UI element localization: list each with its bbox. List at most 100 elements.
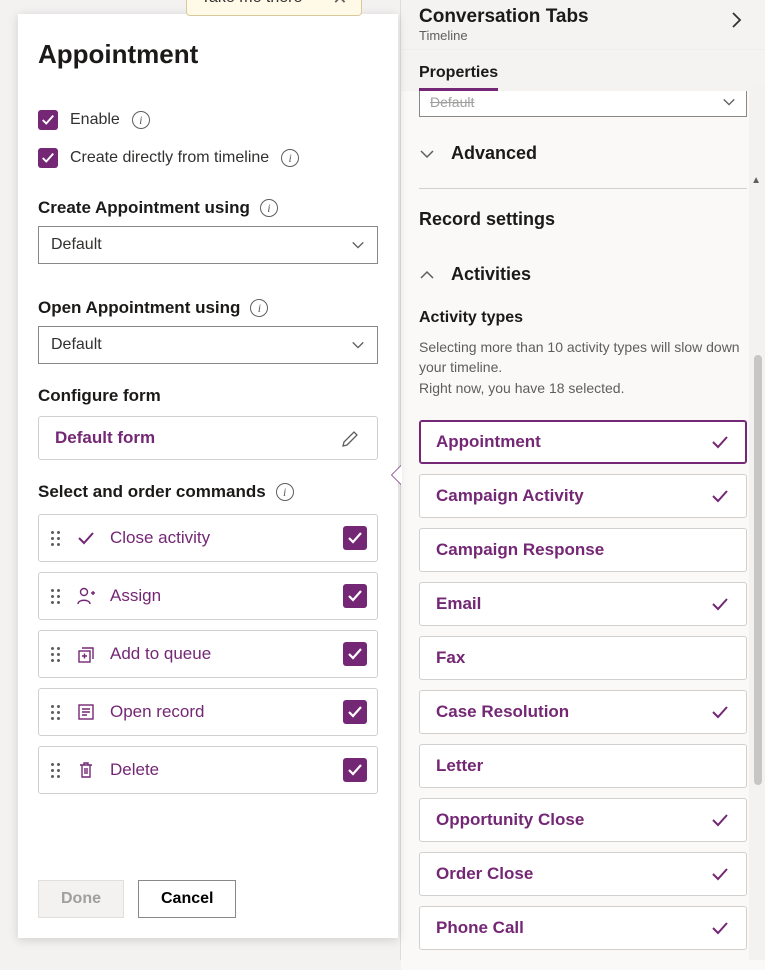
chevron-up-icon bbox=[419, 267, 435, 283]
advanced-section-toggle[interactable]: Advanced bbox=[419, 143, 747, 164]
command-checkbox[interactable] bbox=[343, 526, 367, 550]
create-using-group: Create Appointment using i Default bbox=[38, 198, 378, 286]
chevron-right-icon[interactable] bbox=[727, 10, 747, 30]
check-icon bbox=[710, 486, 730, 506]
create-direct-row: Create directly from timeline i bbox=[38, 148, 378, 168]
done-button: Done bbox=[38, 880, 124, 918]
create-direct-label: Create directly from timeline bbox=[70, 149, 269, 167]
scrollbar-thumb[interactable] bbox=[754, 355, 762, 785]
check-icon bbox=[41, 113, 55, 127]
command-checkbox[interactable] bbox=[343, 584, 367, 608]
record-icon bbox=[76, 702, 96, 722]
dropdown-value: Default bbox=[51, 336, 102, 354]
advanced-title: Advanced bbox=[451, 143, 537, 164]
hint-line1: Selecting more than 10 activity types wi… bbox=[419, 339, 740, 375]
divider bbox=[419, 188, 747, 189]
command-item[interactable]: Add to queue bbox=[38, 630, 378, 678]
panel-title: Appointment bbox=[38, 39, 378, 70]
chevron-down-icon bbox=[351, 338, 365, 352]
command-checkbox[interactable] bbox=[343, 700, 367, 724]
create-using-dropdown[interactable]: Default bbox=[38, 226, 378, 264]
info-icon[interactable]: i bbox=[276, 483, 294, 501]
command-item[interactable]: Delete bbox=[38, 746, 378, 794]
activity-list: Appointment Campaign Activity Campaign Res… bbox=[419, 420, 747, 950]
teaching-tip-text[interactable]: Take me there bbox=[201, 0, 302, 7]
drag-handle-icon[interactable] bbox=[49, 705, 62, 720]
right-pane: Conversation Tabs Timeline Properties De… bbox=[400, 0, 765, 960]
open-using-dropdown[interactable]: Default bbox=[38, 326, 378, 364]
activity-label: Email bbox=[436, 594, 481, 614]
chevron-down-icon bbox=[722, 95, 736, 109]
command-item[interactable]: Assign bbox=[38, 572, 378, 620]
activity-item[interactable]: Phone Call bbox=[419, 906, 747, 950]
close-icon[interactable]: ✕ bbox=[332, 0, 347, 7]
activity-item[interactable]: Opportunity Close bbox=[419, 798, 747, 842]
chevron-down-icon bbox=[351, 238, 365, 252]
tabs-subtitle: Timeline bbox=[419, 28, 589, 43]
activity-label: Opportunity Close bbox=[436, 810, 584, 830]
drag-handle-icon[interactable] bbox=[49, 531, 62, 546]
activity-item[interactable]: Fax bbox=[419, 636, 747, 680]
tab-properties[interactable]: Properties bbox=[419, 64, 498, 91]
create-direct-checkbox[interactable] bbox=[38, 148, 58, 168]
activity-item[interactable]: Campaign Response bbox=[419, 528, 747, 572]
activity-item[interactable]: Letter bbox=[419, 744, 747, 788]
info-icon[interactable]: i bbox=[260, 199, 278, 217]
check-icon bbox=[710, 432, 730, 452]
info-icon[interactable]: i bbox=[250, 299, 268, 317]
activity-label: Campaign Response bbox=[436, 540, 604, 560]
activity-item[interactable]: Email bbox=[419, 582, 747, 626]
form-name: Default form bbox=[55, 428, 155, 448]
teaching-tip: Take me there ✕ bbox=[186, 0, 362, 16]
activity-item[interactable]: Order Close bbox=[419, 852, 747, 896]
tab-bar: Properties bbox=[401, 50, 765, 91]
command-label: Open record bbox=[110, 702, 329, 722]
activity-item[interactable]: Campaign Activity bbox=[419, 474, 747, 518]
check-icon bbox=[76, 528, 96, 548]
panel-footer: Done Cancel bbox=[38, 880, 378, 918]
person-icon bbox=[76, 586, 96, 606]
activity-label: Appointment bbox=[436, 432, 541, 452]
drag-handle-icon[interactable] bbox=[49, 589, 62, 604]
selection-pointer bbox=[392, 465, 402, 485]
open-using-label: Open Appointment using bbox=[38, 298, 240, 318]
activity-label: Letter bbox=[436, 756, 483, 776]
activity-label: Order Close bbox=[436, 864, 533, 884]
activity-hint: Selecting more than 10 activity types wi… bbox=[419, 337, 747, 398]
appointment-panel: Appointment Enable i Create directly fro… bbox=[18, 14, 398, 938]
drag-handle-icon[interactable] bbox=[49, 647, 62, 662]
command-item[interactable]: Open record bbox=[38, 688, 378, 736]
activity-label: Case Resolution bbox=[436, 702, 569, 722]
command-item[interactable]: Close activity bbox=[38, 514, 378, 562]
commands-label: Select and order commands bbox=[38, 482, 266, 502]
activity-item[interactable]: Case Resolution bbox=[419, 690, 747, 734]
check-icon bbox=[41, 151, 55, 165]
configure-form-card[interactable]: Default form bbox=[38, 416, 378, 460]
activity-label: Phone Call bbox=[436, 918, 524, 938]
activity-label: Fax bbox=[436, 648, 465, 668]
cancel-button[interactable]: Cancel bbox=[138, 880, 236, 918]
command-checkbox[interactable] bbox=[343, 642, 367, 666]
activity-label: Campaign Activity bbox=[436, 486, 584, 506]
check-icon bbox=[710, 864, 730, 884]
scroll-up-icon[interactable]: ▲ bbox=[751, 175, 761, 186]
dropdown-value: Default bbox=[51, 236, 102, 254]
record-settings-title: Record settings bbox=[419, 209, 747, 230]
command-label: Close activity bbox=[110, 528, 329, 548]
activities-section-toggle[interactable]: Activities bbox=[419, 264, 747, 285]
info-icon[interactable]: i bbox=[132, 111, 150, 129]
right-body: Default Advanced Record settings Activit… bbox=[401, 91, 765, 970]
activity-types-label: Activity types bbox=[419, 309, 747, 327]
check-icon bbox=[710, 594, 730, 614]
activity-item[interactable]: Appointment bbox=[419, 420, 747, 464]
command-checkbox[interactable] bbox=[343, 758, 367, 782]
drag-handle-icon[interactable] bbox=[49, 763, 62, 778]
scrollbar-track[interactable]: ▲ bbox=[749, 85, 765, 960]
command-label: Add to queue bbox=[110, 644, 329, 664]
queue-icon bbox=[76, 644, 96, 664]
form-dropdown-cutoff[interactable]: Default bbox=[419, 91, 747, 117]
enable-checkbox[interactable] bbox=[38, 110, 58, 130]
create-using-label: Create Appointment using bbox=[38, 198, 250, 218]
info-icon[interactable]: i bbox=[281, 149, 299, 167]
dropdown-value: Default bbox=[430, 94, 474, 110]
